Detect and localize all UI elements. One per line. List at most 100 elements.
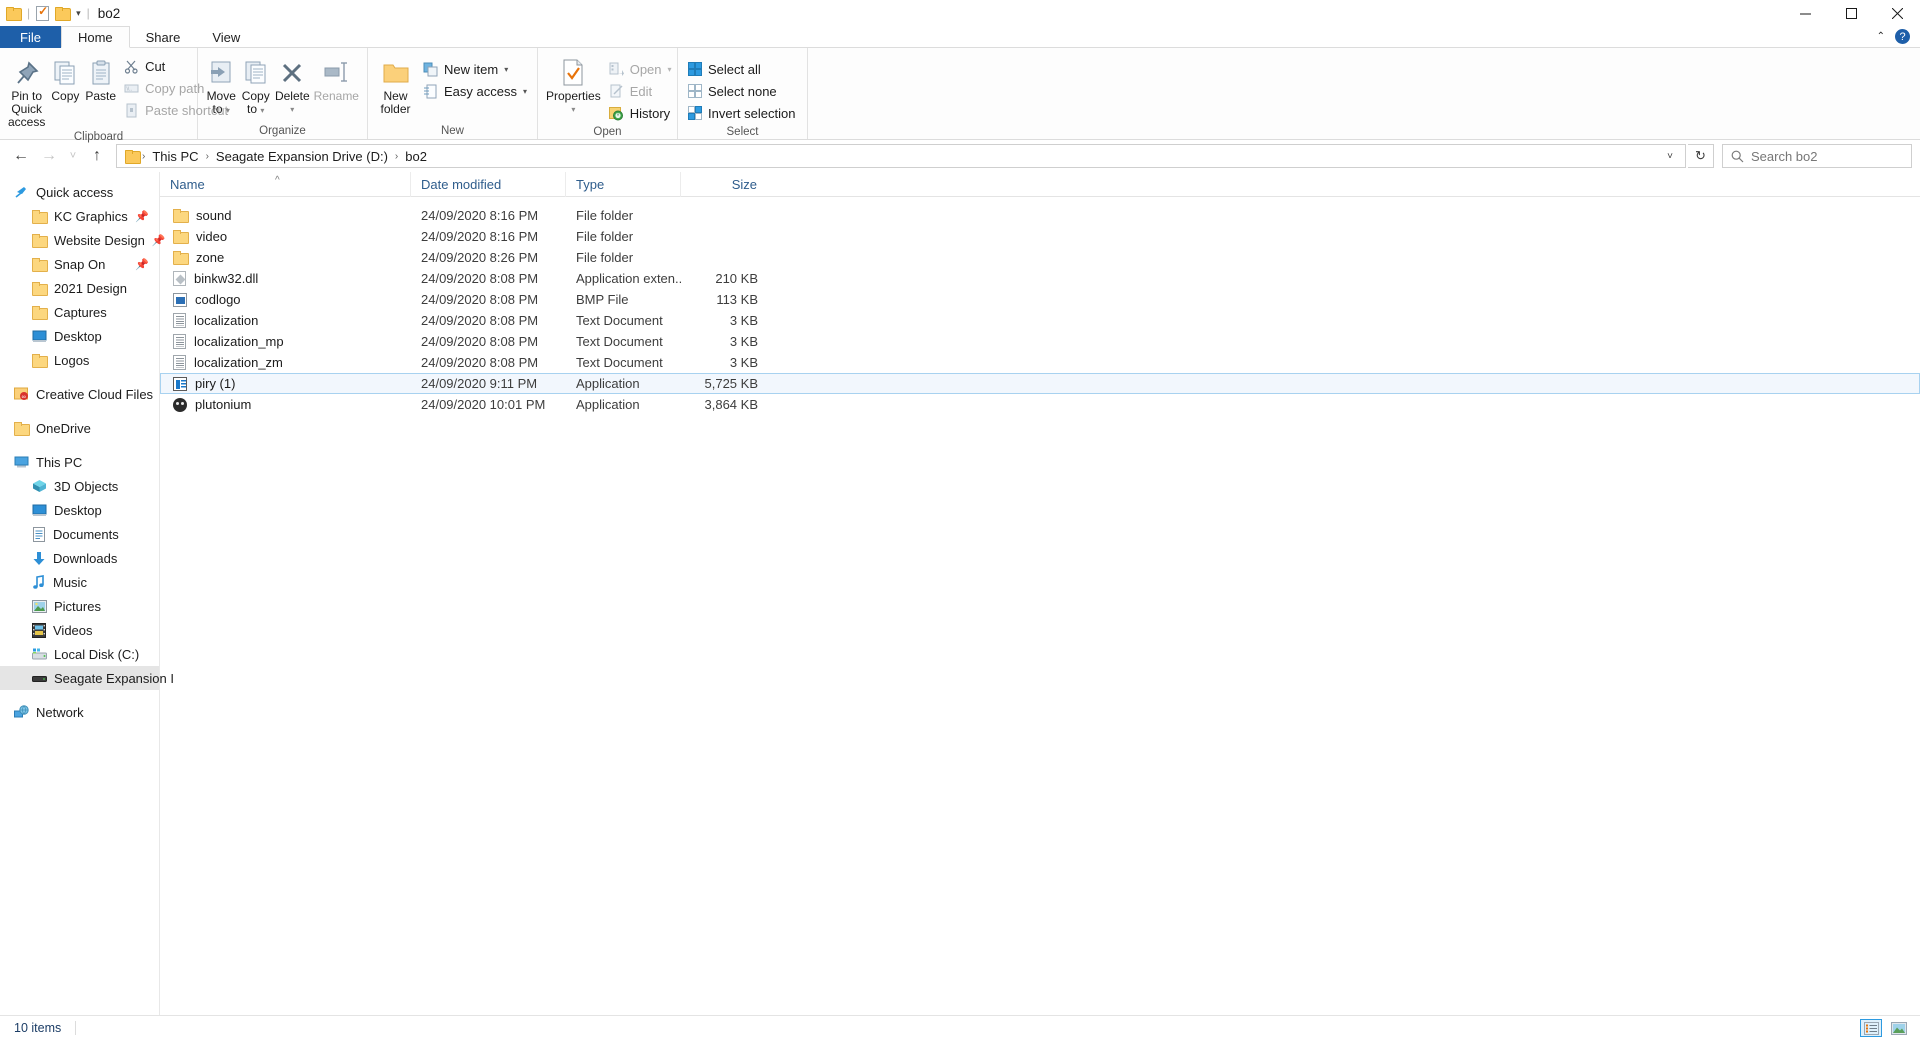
collapse-ribbon-chevron-up-icon[interactable]: ⌃ <box>1877 31 1885 42</box>
details-view-button[interactable] <box>1860 1019 1882 1037</box>
large-icons-view-button[interactable] <box>1888 1019 1910 1037</box>
up-button[interactable]: ↑ <box>84 143 110 169</box>
pin-icon[interactable]: 📌 <box>152 234 166 247</box>
sidebar-item-this-pc[interactable]: This PC <box>0 450 159 474</box>
breadcrumb[interactable]: › This PC › Seagate Expansion Drive (D:)… <box>116 144 1686 168</box>
table-row[interactable]: localization_mp 24/09/2020 8:08 PM Text … <box>160 331 1920 352</box>
move-to-button[interactable]: Move to ▾ <box>204 52 238 117</box>
sidebar-item-videos[interactable]: Videos <box>0 618 159 642</box>
sidebar-item-music[interactable]: Music <box>0 570 159 594</box>
column-header-size[interactable]: Size <box>680 171 765 197</box>
sidebar-label-local-disk-c: Local Disk (C:) <box>54 646 140 662</box>
copy-label: Copy <box>51 89 80 103</box>
file-type-cell: Text Document <box>576 313 663 328</box>
pin-icon[interactable]: 📌 <box>135 258 149 271</box>
text-document-icon <box>173 334 186 349</box>
tab-file[interactable]: File <box>0 26 61 48</box>
sidebar-item-website-design[interactable]: Website Design 📌 <box>0 228 166 252</box>
refresh-button[interactable]: ↻ <box>1688 144 1714 168</box>
column-header-name[interactable]: Name ^ <box>160 172 410 197</box>
sidebar-item-pictures[interactable]: Pictures <box>0 594 159 618</box>
qat-new-folder-icon[interactable] <box>55 6 72 21</box>
easy-access-button[interactable]: Easy access ▾ <box>419 80 531 102</box>
sidebar-item-logos[interactable]: Logos <box>0 348 159 372</box>
table-row[interactable]: codlogo 24/09/2020 8:08 PM BMP File 113 … <box>160 289 1920 310</box>
new-folder-button[interactable]: New folder <box>374 52 417 116</box>
table-row[interactable]: plutonium 24/09/2020 10:01 PM Applicatio… <box>160 394 1920 415</box>
file-date-cell: 24/09/2020 8:08 PM <box>421 271 539 286</box>
sidebar-item-2021-design[interactable]: 2021 Design <box>0 276 159 300</box>
search-box[interactable]: Search bo2 <box>1722 144 1912 168</box>
sidebar-item-downloads[interactable]: Downloads <box>0 546 159 570</box>
delete-chevron-down-icon[interactable]: ▾ <box>290 103 294 116</box>
delete-button[interactable]: Delete ▾ <box>273 52 312 116</box>
edit-button[interactable]: Edit <box>605 80 676 102</box>
sidebar-item-onedrive[interactable]: OneDrive <box>0 416 159 440</box>
table-row[interactable]: zone 24/09/2020 8:26 PM File folder <box>160 247 1920 268</box>
breadcrumb-item-bo2[interactable]: bo2 <box>400 149 432 164</box>
properties-chevron-down-icon[interactable]: ▾ <box>571 103 575 116</box>
file-date-cell: 24/09/2020 8:08 PM <box>421 355 539 370</box>
invert-selection-button[interactable]: Invert selection <box>684 102 799 124</box>
breadcrumb-dropdown-chevron-down-icon[interactable]: ˅ <box>1659 151 1681 162</box>
new-item-button[interactable]: New item ▾ <box>419 58 531 80</box>
breadcrumb-separator-2[interactable]: › <box>395 151 398 162</box>
text-document-icon <box>173 355 186 370</box>
qat-properties-icon[interactable] <box>36 4 50 21</box>
quick-access-toolbar[interactable]: | ▾ | <box>0 0 90 26</box>
qat-folder-icon[interactable] <box>6 6 22 21</box>
paste-button[interactable]: Paste <box>83 52 118 103</box>
table-row[interactable]: localization_zm 24/09/2020 8:08 PM Text … <box>160 352 1920 373</box>
sidebar-item-captures[interactable]: Captures <box>0 300 159 324</box>
close-button[interactable] <box>1874 0 1920 26</box>
open-button[interactable]: Open ▾ <box>605 58 676 80</box>
help-icon[interactable]: ? <box>1895 29 1910 44</box>
new-item-chevron-down-icon[interactable]: ▾ <box>504 65 508 74</box>
sidebar-item-snap-on[interactable]: Snap On 📌 <box>0 252 159 276</box>
recent-locations-chevron-down-icon[interactable]: ˅ <box>64 143 82 169</box>
sidebar-item-desktop[interactable]: Desktop <box>0 498 159 522</box>
maximize-button[interactable] <box>1828 0 1874 26</box>
table-row[interactable]: piry (1) 24/09/2020 9:11 PM Application … <box>160 373 1920 394</box>
sidebar-item-quick-access[interactable]: Quick access <box>0 180 159 204</box>
select-all-button[interactable]: Select all <box>684 58 799 80</box>
tab-view[interactable]: View <box>196 26 256 48</box>
copy-to-button[interactable]: Copy to ▾ <box>238 52 272 117</box>
tab-home[interactable]: Home <box>60 26 130 48</box>
rename-button[interactable]: Rename <box>312 52 361 103</box>
copy-button[interactable]: Copy <box>49 52 81 103</box>
properties-button[interactable]: Properties ▾ <box>544 52 603 116</box>
history-button[interactable]: History <box>605 102 676 124</box>
column-header-date-modified[interactable]: Date modified <box>410 171 565 197</box>
sidebar-item-desktop-qa[interactable]: Desktop <box>0 324 159 348</box>
back-button[interactable]: ← <box>8 143 34 169</box>
sidebar-item-local-disk-c[interactable]: Local Disk (C:) <box>0 642 159 666</box>
sidebar-item-3d-objects[interactable]: 3D Objects <box>0 474 159 498</box>
sidebar-label-logos: Logos <box>54 352 90 368</box>
sidebar-item-kc-graphics[interactable]: KC Graphics 📌 <box>0 204 159 228</box>
sidebar-item-documents[interactable]: Documents <box>0 522 159 546</box>
easy-access-chevron-down-icon[interactable]: ▾ <box>523 87 527 96</box>
table-row[interactable]: localization 24/09/2020 8:08 PM Text Doc… <box>160 310 1920 331</box>
breadcrumb-item-seagate-drive[interactable]: Seagate Expansion Drive (D:) <box>211 149 393 164</box>
table-row[interactable]: video 24/09/2020 8:16 PM File folder <box>160 226 1920 247</box>
tab-share[interactable]: Share <box>130 26 197 48</box>
breadcrumb-separator-1[interactable]: › <box>206 151 209 162</box>
search-input[interactable]: Search bo2 <box>1751 149 1818 164</box>
select-none-button[interactable]: Select none <box>684 80 799 102</box>
forward-button[interactable]: → <box>36 143 62 169</box>
column-header-type[interactable]: Type <box>565 171 680 197</box>
file-date-cell: 24/09/2020 9:11 PM <box>421 376 538 391</box>
table-row[interactable]: sound 24/09/2020 8:16 PM File folder <box>160 205 1920 226</box>
open-chevron-down-icon[interactable]: ▾ <box>668 65 672 74</box>
pin-icon[interactable]: 📌 <box>135 210 149 223</box>
sidebar-item-seagate-expansion-drive[interactable]: Seagate Expansion I <box>0 666 174 690</box>
breadcrumb-separator-0[interactable]: › <box>142 151 145 162</box>
breadcrumb-item-this-pc[interactable]: This PC <box>147 149 203 164</box>
table-row[interactable]: binkw32.dll 24/09/2020 8:08 PM Applicati… <box>160 268 1920 289</box>
qat-customize-chevron-down-icon[interactable]: ▾ <box>76 8 81 19</box>
sidebar-item-network[interactable]: Network <box>0 700 159 724</box>
minimize-button[interactable] <box>1782 0 1828 26</box>
sidebar-item-creative-cloud-files[interactable]: ∞ Creative Cloud Files <box>0 382 159 406</box>
pin-to-quick-access-button[interactable]: Pin to Quick access <box>6 52 47 129</box>
